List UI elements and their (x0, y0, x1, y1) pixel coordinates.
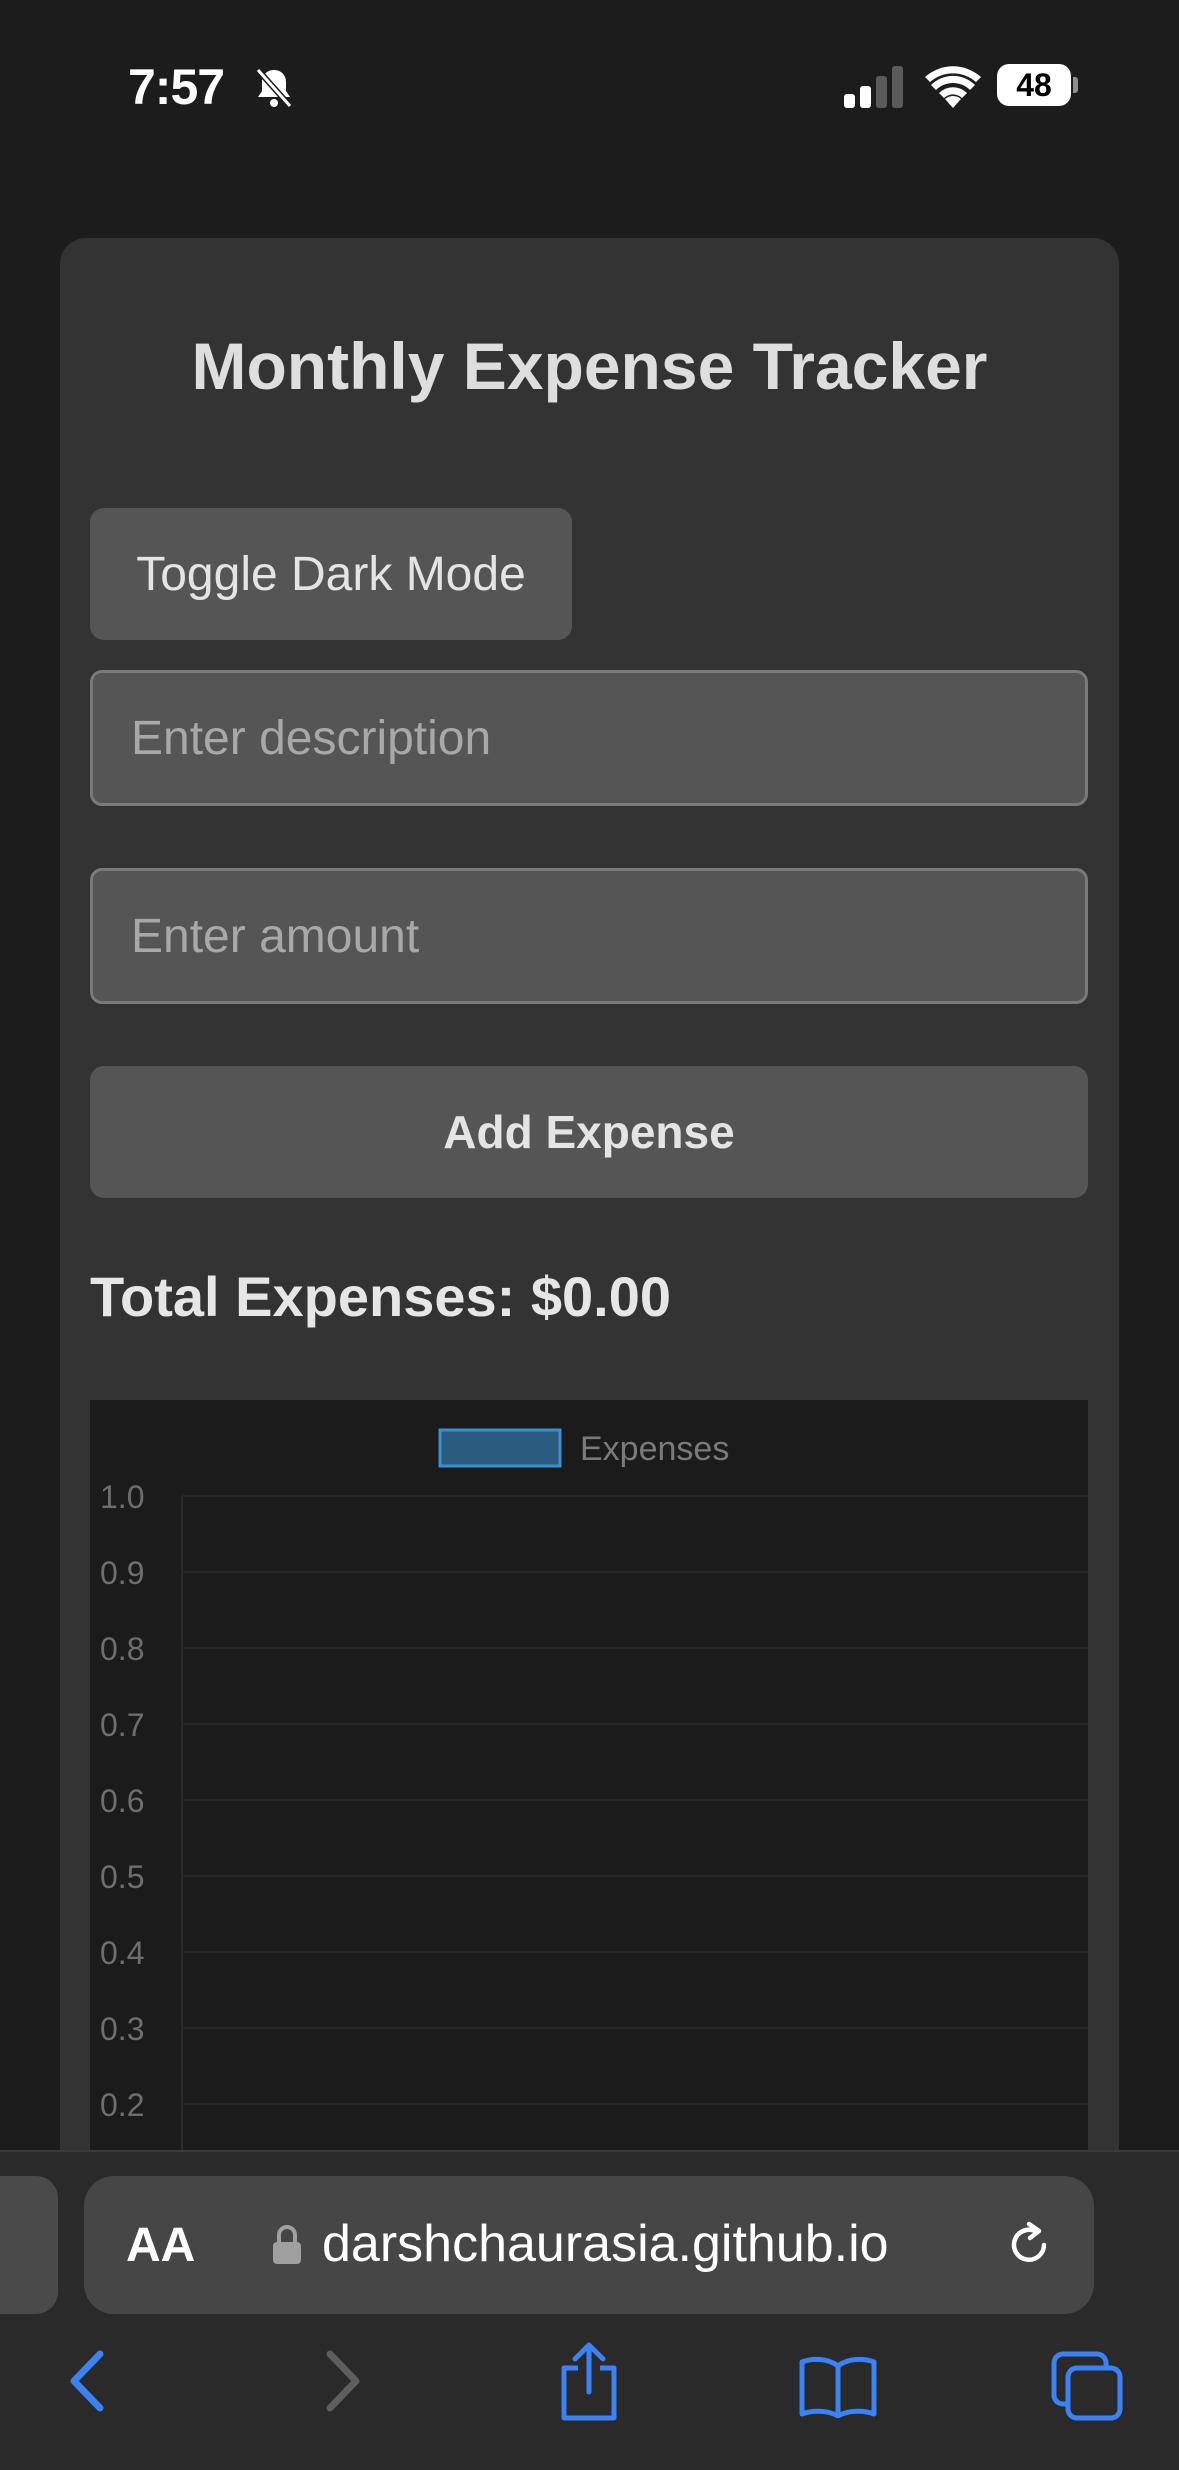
page-title: Monthly Expense Tracker (191, 329, 988, 403)
bookmarks-icon[interactable] (798, 2356, 878, 2423)
amount-input[interactable] (90, 868, 1088, 1004)
battery-icon: 48 (997, 64, 1078, 106)
tabs-icon[interactable] (1050, 2350, 1126, 2427)
y-tick-label: 0.2 (100, 2087, 144, 2123)
forward-icon[interactable] (320, 2348, 366, 2419)
total-expenses: Total Expenses: $0.00 (90, 1265, 671, 1328)
y-tick-label: 0.6 (100, 1783, 144, 1819)
y-tick-label: 0.3 (100, 2011, 144, 2047)
cellular-signal-icon (844, 66, 906, 113)
back-icon[interactable] (64, 2348, 110, 2419)
lock-icon (272, 2224, 302, 2271)
y-tick-label: 0.8 (100, 1631, 144, 1667)
description-input[interactable] (90, 670, 1088, 806)
bell-slash-icon (250, 64, 298, 117)
address-bar[interactable]: AA darshchaurasia.github.io (84, 2176, 1094, 2314)
status-time: 7:57 (128, 59, 225, 115)
add-expense-button[interactable]: Add Expense (90, 1066, 1088, 1198)
legend-label-expenses[interactable]: Expenses (580, 1430, 729, 1468)
text-size-button[interactable]: AA (126, 2218, 195, 2273)
expense-tracker-card: Monthly Expense Tracker Toggle Dark Mode… (60, 238, 1119, 2300)
y-tick-label: 0.4 (100, 1935, 144, 1971)
y-tick-label: 0.7 (100, 1707, 144, 1743)
url-text[interactable]: darshchaurasia.github.io (322, 2214, 889, 2274)
y-tick-label: 1.0 (100, 1479, 144, 1515)
y-tick-label: 0.5 (100, 1859, 144, 1895)
previous-tab-preview[interactable] (0, 2176, 58, 2314)
y-tick-label: 0.9 (100, 1555, 144, 1591)
battery-level: 48 (1016, 67, 1052, 103)
legend-swatch-expenses[interactable] (438, 1428, 562, 1468)
share-icon[interactable] (556, 2342, 622, 2427)
toggle-dark-mode-button[interactable]: Toggle Dark Mode (90, 508, 572, 640)
text-size-label: AA (126, 2219, 196, 2272)
wifi-icon (925, 64, 981, 113)
reload-icon[interactable] (1002, 2218, 1056, 2277)
